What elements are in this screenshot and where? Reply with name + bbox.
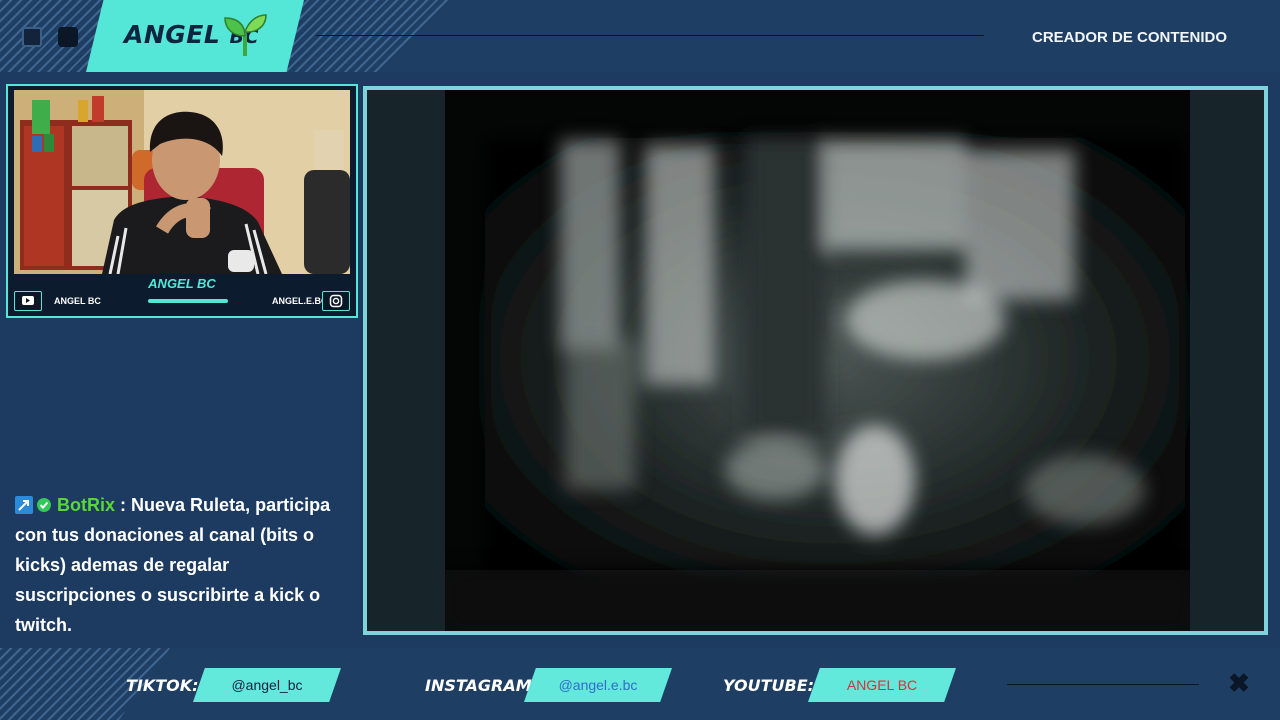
youtube-glyph xyxy=(22,296,34,305)
verified-badge-icon xyxy=(37,498,51,512)
close-icon: ✖ xyxy=(1228,668,1250,698)
video-player[interactable] xyxy=(445,90,1190,631)
divider-line xyxy=(316,35,984,36)
broadcaster-badge-icon xyxy=(15,496,33,514)
divider-line-bottom xyxy=(1007,684,1199,685)
webcam-instagram-handle: ANGEL.E.BC xyxy=(272,296,328,306)
square-filled-icon xyxy=(58,27,78,47)
instagram-handle: @angel.e.bc xyxy=(524,668,672,702)
sprout-icon xyxy=(224,14,267,56)
webcam-accent-bar xyxy=(148,299,228,303)
chat-text: Nueva Ruleta, participa con tus donacion… xyxy=(15,495,331,635)
youtube-label: YOUTUBE: xyxy=(723,676,815,695)
logo-main: ANGEL xyxy=(124,20,221,49)
bottom-bar: TIKTOK: @angel_bc INSTAGRAM: @angel.e.bc… xyxy=(0,648,1280,720)
webcam-social-bar: ANGEL BC ANGEL.E.BC xyxy=(10,289,354,313)
webcam-feed xyxy=(14,90,350,274)
webcam-frame: ANGEL BC ANGEL BC ANGEL.E.BC xyxy=(6,84,358,318)
tiktok-label: TIKTOK: xyxy=(126,676,199,695)
top-bar: ANGEL BC CREADOR DE CONTENIDO xyxy=(0,0,1280,72)
chat-message: BotRix : Nueva Ruleta, participa con tus… xyxy=(15,490,350,640)
webcam-youtube-handle: ANGEL BC xyxy=(54,296,101,306)
youtube-icon xyxy=(14,291,42,311)
instagram-glyph xyxy=(329,294,343,308)
tiktok-handle: @angel_bc xyxy=(193,668,341,702)
tagline: CREADOR DE CONTENIDO xyxy=(1032,29,1228,46)
webcam-scene xyxy=(14,90,350,274)
instagram-label: INSTAGRAM: xyxy=(425,676,539,695)
main-video-frame xyxy=(363,86,1268,635)
instagram-icon xyxy=(322,291,350,311)
youtube-handle: ANGEL BC xyxy=(808,668,956,702)
video-frame-image xyxy=(445,90,1190,631)
chat-username: BotRix xyxy=(57,495,115,515)
chat-separator: : xyxy=(120,495,127,515)
square-outline-icon xyxy=(22,27,42,47)
